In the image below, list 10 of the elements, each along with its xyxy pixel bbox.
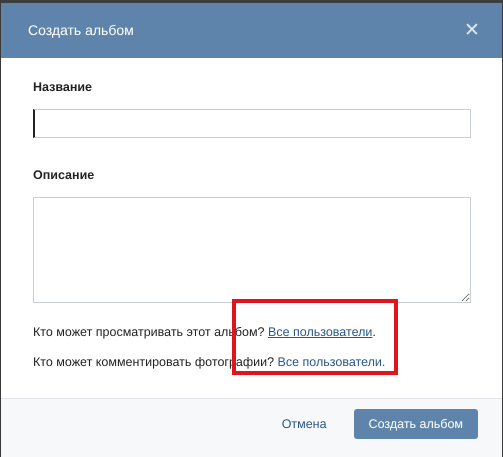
description-label: Описание — [33, 166, 94, 184]
title-field[interactable] — [33, 108, 471, 138]
title-label: Название — [33, 79, 92, 96]
create-button[interactable]: Создать альбом — [354, 409, 478, 439]
dialog-title: Создать альбом — [28, 21, 134, 40]
cancel-button[interactable]: Отмена — [282, 414, 327, 434]
privacy-link[interactable]: Все пользователи — [268, 324, 372, 338]
privacy-link[interactable]: Все пользователи. — [278, 355, 386, 370]
punctuation-mark: . — [372, 324, 376, 338]
description-field[interactable] — [33, 196, 471, 302]
